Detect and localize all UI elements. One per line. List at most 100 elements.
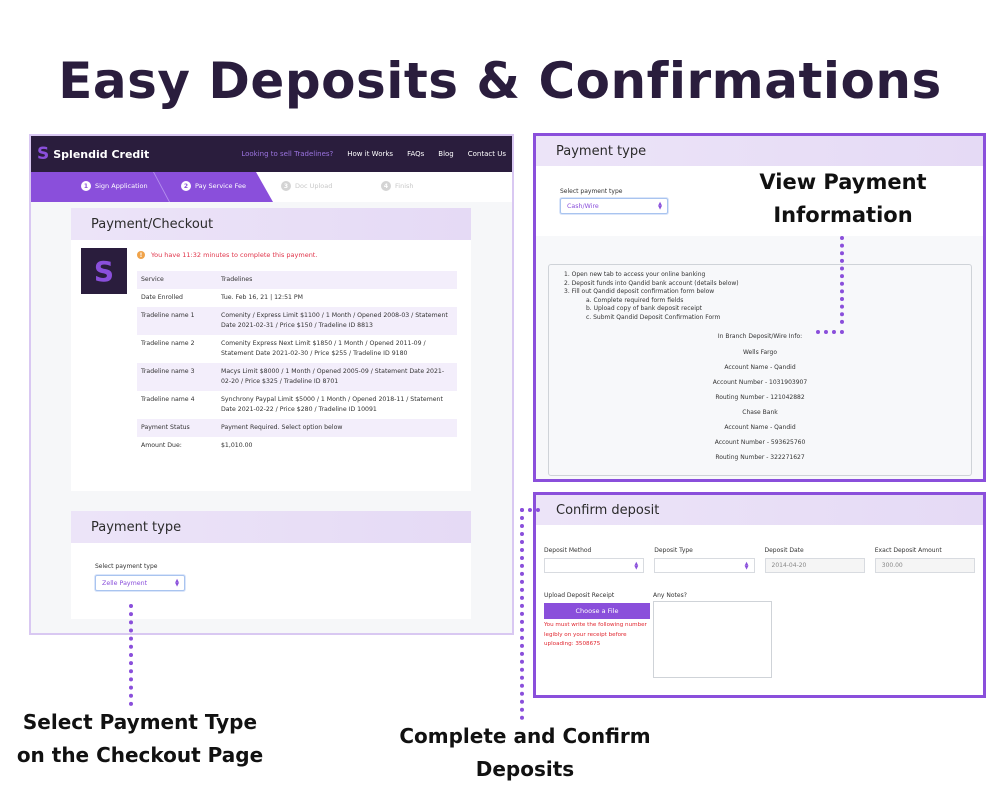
connector-dots bbox=[129, 604, 133, 706]
table-row: Tradeline name 2 Comenity Express Next Li… bbox=[137, 335, 457, 363]
connector-dots bbox=[520, 508, 524, 720]
bank-name: Chase Bank bbox=[742, 409, 778, 416]
step-pay-service-fee: 2 Pay Service Fee bbox=[181, 181, 246, 191]
account-number: Account Number - 1031903907 bbox=[712, 379, 808, 386]
routing-number: Routing Number - 322271627 bbox=[715, 454, 805, 461]
wire-info-heading: In Branch Deposit/Wire Info: bbox=[717, 333, 803, 340]
upload-receipt-label: Upload Deposit Receipt bbox=[544, 592, 615, 599]
row-label: Service bbox=[141, 276, 164, 283]
nav-link-faqs[interactable]: FAQs bbox=[407, 150, 424, 158]
deposit-date-input[interactable]: 2014-04-20 bbox=[764, 558, 865, 573]
deposit-fields: Deposit Method ▲ ▼ Deposit Type ▲ ▼ Deposi… bbox=[544, 547, 975, 573]
account-number: Account Number - 593625760 bbox=[714, 439, 806, 446]
field-value: 2014-04-20 bbox=[771, 562, 807, 569]
annotation-view-payment: View Payment Information bbox=[759, 170, 927, 227]
deposit-type-select[interactable]: ▲ ▼ bbox=[654, 558, 755, 573]
info-warning-icon: ! bbox=[137, 251, 145, 259]
payment-type-select[interactable]: Cash/Wire ▲ ▼ bbox=[560, 198, 668, 214]
selected-option: Zelle Payment bbox=[102, 579, 148, 587]
select-arrows-icon: ▲ ▼ bbox=[658, 201, 662, 211]
select-arrows-icon: ▲ ▼ bbox=[175, 578, 179, 588]
step-label: Sign Application bbox=[95, 182, 148, 190]
order-summary-table: Service Tradelines Date Enrolled Tue. Feb … bbox=[137, 271, 457, 455]
step-number: 3 bbox=[281, 181, 291, 191]
table-row: Payment Status Payment Required. Select o… bbox=[137, 419, 457, 437]
row-value: Synchrony Paypal Limit $5000 / 1 Month /… bbox=[221, 396, 443, 413]
deposit-date-label: Deposit Date bbox=[764, 547, 804, 554]
row-value: Tradelines bbox=[221, 276, 253, 283]
annotation-complete-confirm: Complete and Confirm Deposits bbox=[399, 724, 651, 781]
brand-name: Splendid Credit bbox=[53, 147, 150, 161]
deposit-amount-label: Exact Deposit Amount bbox=[874, 547, 942, 554]
instruction-item: 1. Open new tab to access your online ba… bbox=[564, 271, 706, 278]
account-name: Account Name - Qandid bbox=[724, 424, 796, 431]
instruction-item: 2. Deposit funds into Qandid bank accoun… bbox=[564, 279, 739, 287]
row-label: Date Enrolled bbox=[141, 294, 183, 301]
instruction-subitem: a. Complete required form fields bbox=[586, 296, 684, 304]
deposit-amount-input[interactable]: 300.00 bbox=[874, 558, 975, 573]
account-name: Account Name - Qandid bbox=[724, 364, 796, 371]
row-value: Macys Limit $8000 / 1 Month / Opened 200… bbox=[221, 368, 445, 385]
step-number: 1 bbox=[81, 181, 91, 191]
step-finish: 4 Finish bbox=[381, 181, 414, 191]
payment-type-select[interactable]: Zelle Payment ▲ ▼ bbox=[95, 575, 185, 591]
selected-option: Cash/Wire bbox=[567, 202, 599, 210]
instruction-subitem: c. Submit Qandid Deposit Confirmation Fo… bbox=[586, 313, 721, 321]
row-label: Tradeline name 2 bbox=[141, 340, 195, 347]
top-nav: S Splendid Credit Looking to sell Tradel… bbox=[31, 136, 512, 172]
notes-label: Any Notes? bbox=[653, 592, 687, 599]
confirm-deposit-screenshot: Confirm deposit Deposit Method ▲ ▼ Deposi… bbox=[533, 492, 986, 698]
step-label: Pay Service Fee bbox=[195, 182, 246, 190]
brand-s-icon: S bbox=[37, 144, 50, 164]
row-value: Comenity / Express Limit $1100 / 1 Month… bbox=[221, 312, 448, 329]
instruction-item: 3. Fill out Qandid deposit confirmation … bbox=[564, 288, 715, 296]
choose-file-button[interactable]: Choose a File bbox=[544, 603, 650, 619]
row-label: Payment Status bbox=[141, 424, 190, 431]
table-row: Tradeline name 1 Comenity / Express Limit… bbox=[137, 307, 457, 335]
instruction-subitem: b. Upload copy of bank deposit receipt bbox=[586, 305, 703, 313]
row-label: Amount Due: bbox=[141, 442, 182, 449]
step-number: 2 bbox=[181, 181, 191, 191]
connector-dots bbox=[840, 236, 844, 324]
select-payment-type-label: Select payment type bbox=[95, 563, 158, 570]
annotation-select-type: Select Payment Type on the Checkout Page bbox=[16, 710, 264, 767]
deposit-type-label: Deposit Type bbox=[654, 547, 693, 554]
select-arrows-icon: ▲ ▼ bbox=[634, 561, 639, 571]
progress-steps: 1 Sign Application 2 Pay Service Fee 3 D… bbox=[31, 172, 512, 202]
step-label: Doc Upload bbox=[295, 182, 333, 190]
checkout-title: Payment/Checkout bbox=[71, 208, 471, 240]
timer-warning: ! You have 11:32 minutes to complete thi… bbox=[137, 251, 317, 259]
step-label: Finish bbox=[395, 182, 414, 190]
field-value: 300.00 bbox=[881, 562, 903, 569]
table-row: Service Tradelines bbox=[137, 271, 457, 289]
page-title: Easy Deposits & Confirmations bbox=[58, 52, 942, 110]
step-doc-upload: 3 Doc Upload bbox=[281, 181, 332, 191]
notes-textarea[interactable] bbox=[653, 601, 772, 678]
row-value: $1,010.00 bbox=[221, 442, 253, 449]
row-label: Tradeline name 3 bbox=[141, 368, 195, 375]
routing-number: Routing Number - 121042882 bbox=[715, 394, 805, 401]
confirm-deposit-title: Confirm deposit bbox=[536, 495, 983, 525]
table-row: Date Enrolled Tue. Feb 16, 21 | 12:51 PM bbox=[137, 289, 457, 307]
nav-link-blog[interactable]: Blog bbox=[438, 150, 453, 158]
bank-name: Wells Fargo bbox=[742, 349, 778, 356]
brand-logo[interactable]: S Splendid Credit bbox=[37, 144, 149, 164]
payment-type-title: Payment type bbox=[536, 136, 983, 166]
deposit-method-select[interactable]: ▲ ▼ bbox=[544, 558, 645, 573]
payment-type-card: Payment type Select payment type Zelle P… bbox=[71, 511, 471, 619]
row-label: Tradeline name 1 bbox=[141, 312, 195, 319]
table-row: Tradeline name 4 Synchrony Paypal Limit $… bbox=[137, 391, 457, 419]
row-value: Payment Required. Select option below bbox=[221, 424, 343, 431]
brand-tile-logo: S bbox=[81, 248, 127, 294]
upload-note: You must write the following number legi… bbox=[544, 622, 647, 647]
row-value: Tue. Feb 16, 21 | 12:51 PM bbox=[221, 294, 303, 301]
table-row: Amount Due: $1,010.00 bbox=[137, 437, 457, 455]
connector-dots bbox=[520, 508, 540, 512]
instructions-list: 1. Open new tab to access your online ba… bbox=[564, 271, 739, 323]
table-row: Tradeline name 3 Macys Limit $8000 / 1 Mo… bbox=[137, 363, 457, 391]
step-sign-application: 1 Sign Application bbox=[81, 181, 148, 191]
nav-link-how-it-works[interactable]: How it Works bbox=[347, 150, 393, 158]
nav-link-sell-tradelines[interactable]: Looking to sell Tradelines? bbox=[241, 150, 333, 158]
row-value: Comenity Express Next Limit $1850 / 1 Mo… bbox=[221, 340, 426, 357]
nav-link-contact[interactable]: Contact Us bbox=[468, 150, 506, 158]
